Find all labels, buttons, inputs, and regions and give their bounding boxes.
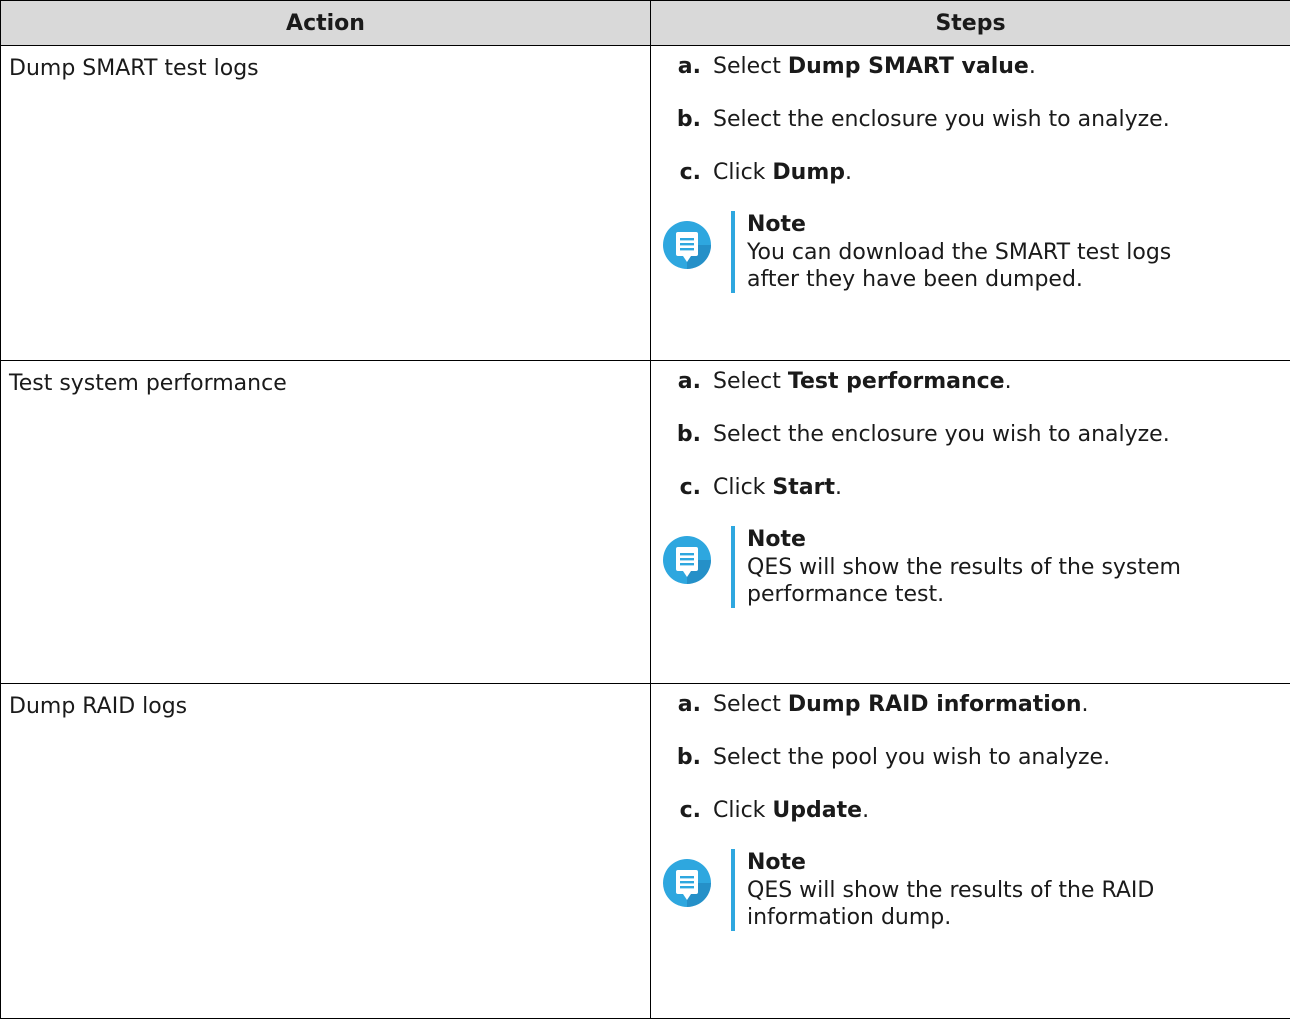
step-text: Select Dump RAID information. — [713, 690, 1089, 720]
note-body: NoteQES will show the results of the sys… — [735, 526, 1181, 608]
step-item: c.Click Dump. — [661, 158, 1290, 188]
step-text-pre: Select — [713, 54, 788, 79]
step-text-bold: Test performance — [788, 369, 1005, 394]
note-callout: NoteQES will show the results of the RAI… — [661, 849, 1290, 931]
step-text-pre: Select — [713, 369, 788, 394]
step-item: a.Select Dump SMART value. — [661, 52, 1290, 82]
step-letter: c. — [661, 158, 713, 188]
step-letter: b. — [661, 105, 713, 135]
table-row: Test system performance a.Select Test per… — [1, 361, 1290, 684]
note-line: You can download the SMART test logs — [747, 239, 1171, 266]
note-body: NoteQES will show the results of the RAI… — [735, 849, 1154, 931]
step-text: Click Update. — [713, 796, 869, 826]
note-title: Note — [747, 526, 1181, 554]
step-text: Select the enclosure you wish to analyze… — [713, 420, 1170, 450]
note-line: information dump. — [747, 904, 1154, 931]
steps-table: Action Steps Dump SMART test logsa.Selec… — [0, 0, 1290, 1019]
step-text-pre: Select — [713, 692, 788, 717]
step-text-post: . — [835, 475, 842, 500]
step-text-post: . — [1005, 369, 1012, 394]
step-text-bold: Update — [772, 798, 862, 823]
step-text: Select Test performance. — [713, 367, 1012, 397]
action-cell: Dump SMART test logs — [1, 46, 651, 361]
table-row: Dump SMART test logs a.Select Dump SMART … — [1, 46, 1290, 361]
note-title: Note — [747, 849, 1154, 877]
step-item: b.Select the enclosure you wish to analy… — [661, 105, 1290, 135]
step-text-bold: Dump RAID information — [788, 692, 1082, 717]
step-text-pre: Click — [713, 475, 772, 500]
step-text-pre: Select the enclosure you wish to analyze… — [713, 422, 1170, 447]
note-icon — [661, 219, 713, 271]
step-item: c.Click Update. — [661, 796, 1290, 826]
step-item: b.Select the enclosure you wish to analy… — [661, 420, 1290, 450]
step-text-pre: Select the enclosure you wish to analyze… — [713, 107, 1170, 132]
step-letter: c. — [661, 473, 713, 503]
note-line: QES will show the results of the RAID — [747, 877, 1154, 904]
steps-cell: a.Select Test performance.b.Select the e… — [651, 361, 1290, 684]
step-text-pre: Click — [713, 160, 772, 185]
step-letter: c. — [661, 796, 713, 826]
step-text-bold: Start — [772, 475, 835, 500]
step-text-post: . — [1082, 692, 1089, 717]
step-item: b.Select the pool you wish to analyze. — [661, 743, 1290, 773]
note-callout: NoteQES will show the results of the sys… — [661, 526, 1290, 608]
note-icon — [661, 534, 713, 586]
step-text: Click Dump. — [713, 158, 852, 188]
action-cell: Test system performance — [1, 361, 651, 684]
note-body: NoteYou can download the SMART test logs… — [735, 211, 1171, 293]
note-line: QES will show the results of the system — [747, 554, 1181, 581]
step-letter: a. — [661, 367, 713, 397]
step-text-post: . — [862, 798, 869, 823]
header-row: Action Steps — [1, 1, 1290, 46]
action-cell: Dump RAID logs — [1, 684, 651, 1019]
step-text-bold: Dump — [772, 160, 845, 185]
steps-cell: a.Select Dump SMART value.b.Select the e… — [651, 46, 1290, 361]
note-line: performance test. — [747, 581, 1181, 608]
header-action: Action — [1, 1, 651, 46]
step-text-pre: Select the pool you wish to analyze. — [713, 745, 1110, 770]
step-item: a.Select Test performance. — [661, 367, 1290, 397]
step-text: Click Start. — [713, 473, 842, 503]
step-text-post: . — [845, 160, 852, 185]
step-text-pre: Click — [713, 798, 772, 823]
step-letter: b. — [661, 420, 713, 450]
note-title: Note — [747, 211, 1171, 239]
step-letter: a. — [661, 52, 713, 82]
note-callout: NoteYou can download the SMART test logs… — [661, 211, 1290, 293]
note-icon — [661, 857, 713, 909]
header-steps: Steps — [651, 1, 1290, 46]
table-row: Dump RAID logs a.Select Dump RAID informa… — [1, 684, 1290, 1019]
steps-cell: a.Select Dump RAID information.b.Select … — [651, 684, 1290, 1019]
step-text: Select the enclosure you wish to analyze… — [713, 105, 1170, 135]
step-item: c.Click Start. — [661, 473, 1290, 503]
step-item: a.Select Dump RAID information. — [661, 690, 1290, 720]
step-letter: b. — [661, 743, 713, 773]
step-text: Select the pool you wish to analyze. — [713, 743, 1110, 773]
step-text-bold: Dump SMART value — [788, 54, 1029, 79]
step-text-post: . — [1029, 54, 1036, 79]
step-letter: a. — [661, 690, 713, 720]
step-text: Select Dump SMART value. — [713, 52, 1036, 82]
note-line: after they have been dumped. — [747, 266, 1171, 293]
